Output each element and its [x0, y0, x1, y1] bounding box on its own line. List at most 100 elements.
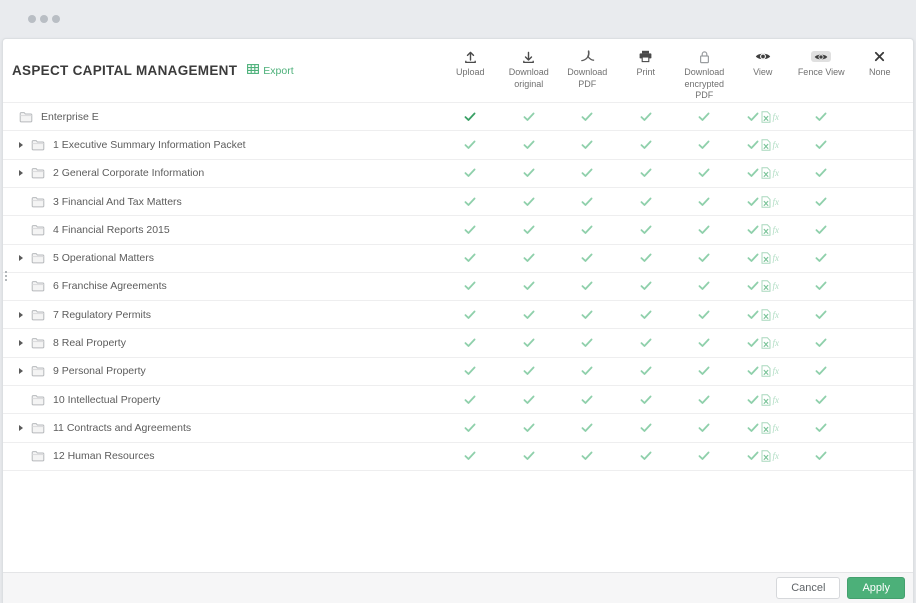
perm-cell-download_pdf[interactable]	[558, 273, 617, 300]
perm-cell-download_encrypted_pdf[interactable]	[675, 160, 734, 187]
folder-item[interactable]: 3 Financial And Tax Matters	[3, 196, 441, 208]
perm-cell-view[interactable]: fx	[734, 160, 793, 187]
perm-cell-download_encrypted_pdf[interactable]	[675, 358, 734, 385]
column-header-upload[interactable]: Upload	[441, 39, 500, 79]
expand-arrow-icon[interactable]	[19, 170, 31, 176]
perm-cell-print[interactable]	[617, 414, 676, 441]
perm-cell-fence_view[interactable]	[792, 188, 851, 215]
folder-item[interactable]: 8 Real Property	[3, 337, 441, 349]
perm-cell-fence_view[interactable]	[792, 443, 851, 470]
perm-cell-download_encrypted_pdf[interactable]	[675, 443, 734, 470]
perm-cell-none[interactable]	[851, 386, 910, 413]
folder-item[interactable]: 12 Human Resources	[3, 450, 441, 462]
perm-cell-none[interactable]	[851, 414, 910, 441]
perm-cell-download_pdf[interactable]	[558, 329, 617, 356]
perm-cell-download_encrypted_pdf[interactable]	[675, 414, 734, 441]
perm-cell-upload[interactable]	[441, 386, 500, 413]
perm-cell-none[interactable]	[851, 443, 910, 470]
perm-cell-download_encrypted_pdf[interactable]	[675, 245, 734, 272]
perm-cell-download_encrypted_pdf[interactable]	[675, 216, 734, 243]
perm-cell-fence_view[interactable]	[792, 301, 851, 328]
folder-item[interactable]: 6 Franchise Agreements	[3, 280, 441, 292]
folder-item[interactable]: 1 Executive Summary Information Packet	[3, 139, 441, 151]
perm-cell-download_encrypted_pdf[interactable]	[675, 329, 734, 356]
perm-cell-download_original[interactable]	[500, 386, 559, 413]
folder-item[interactable]: 5 Operational Matters	[3, 252, 441, 264]
expand-arrow-icon[interactable]	[19, 425, 31, 431]
column-header-fence_view[interactable]: Fence View	[792, 39, 851, 79]
perm-cell-download_original[interactable]	[500, 131, 559, 158]
perm-cell-view[interactable]: fx	[734, 188, 793, 215]
expand-arrow-icon[interactable]	[19, 255, 31, 261]
perm-cell-fence_view[interactable]	[792, 386, 851, 413]
perm-cell-none[interactable]	[851, 245, 910, 272]
perm-cell-print[interactable]	[617, 216, 676, 243]
perm-cell-none[interactable]	[851, 131, 910, 158]
perm-cell-upload[interactable]	[441, 245, 500, 272]
perm-cell-download_encrypted_pdf[interactable]	[675, 188, 734, 215]
perm-cell-download_original[interactable]	[500, 188, 559, 215]
perm-cell-fence_view[interactable]	[792, 273, 851, 300]
perm-cell-upload[interactable]	[441, 358, 500, 385]
perm-cell-download_original[interactable]	[500, 301, 559, 328]
perm-cell-view[interactable]: fx	[734, 273, 793, 300]
perm-cell-download_pdf[interactable]	[558, 443, 617, 470]
column-header-print[interactable]: Print	[617, 39, 676, 79]
perm-cell-upload[interactable]	[441, 329, 500, 356]
perm-cell-print[interactable]	[617, 443, 676, 470]
perm-cell-fence_view[interactable]	[792, 358, 851, 385]
perm-cell-download_pdf[interactable]	[558, 245, 617, 272]
perm-cell-print[interactable]	[617, 103, 676, 130]
folder-item[interactable]: Enterprise E	[3, 111, 441, 123]
perm-cell-print[interactable]	[617, 273, 676, 300]
expand-arrow-icon[interactable]	[19, 368, 31, 374]
perm-cell-fence_view[interactable]	[792, 245, 851, 272]
perm-cell-download_pdf[interactable]	[558, 131, 617, 158]
perm-cell-view[interactable]: fx	[734, 329, 793, 356]
perm-cell-upload[interactable]	[441, 443, 500, 470]
perm-cell-download_original[interactable]	[500, 160, 559, 187]
expand-arrow-icon[interactable]	[19, 142, 31, 148]
perm-cell-print[interactable]	[617, 329, 676, 356]
perm-cell-download_pdf[interactable]	[558, 301, 617, 328]
perm-cell-download_original[interactable]	[500, 216, 559, 243]
folder-item[interactable]: 9 Personal Property	[3, 365, 441, 377]
perm-cell-download_pdf[interactable]	[558, 414, 617, 441]
perm-cell-fence_view[interactable]	[792, 216, 851, 243]
perm-cell-download_pdf[interactable]	[558, 386, 617, 413]
perm-cell-download_pdf[interactable]	[558, 216, 617, 243]
column-header-download_encrypted_pdf[interactable]: Download encrypted PDF	[675, 39, 734, 102]
perm-cell-print[interactable]	[617, 245, 676, 272]
column-header-download_original[interactable]: Download original	[500, 39, 559, 90]
column-header-none[interactable]: None	[851, 39, 910, 79]
perm-cell-download_encrypted_pdf[interactable]	[675, 273, 734, 300]
perm-cell-view[interactable]: fx	[734, 358, 793, 385]
export-button[interactable]: Export	[247, 64, 293, 77]
perm-cell-upload[interactable]	[441, 301, 500, 328]
perm-cell-fence_view[interactable]	[792, 329, 851, 356]
perm-cell-upload[interactable]	[441, 160, 500, 187]
perm-cell-download_pdf[interactable]	[558, 188, 617, 215]
perm-cell-print[interactable]	[617, 301, 676, 328]
perm-cell-view[interactable]: fx	[734, 216, 793, 243]
perm-cell-view[interactable]: fx	[734, 245, 793, 272]
perm-cell-none[interactable]	[851, 188, 910, 215]
perm-cell-fence_view[interactable]	[792, 131, 851, 158]
folder-item[interactable]: 4 Financial Reports 2015	[3, 224, 441, 236]
folder-item[interactable]: 7 Regulatory Permits	[3, 309, 441, 321]
perm-cell-download_encrypted_pdf[interactable]	[675, 103, 734, 130]
perm-cell-view[interactable]: fx	[734, 103, 793, 130]
perm-cell-none[interactable]	[851, 216, 910, 243]
expand-arrow-icon[interactable]	[19, 340, 31, 346]
apply-button[interactable]: Apply	[847, 577, 905, 599]
perm-cell-upload[interactable]	[441, 216, 500, 243]
perm-cell-print[interactable]	[617, 188, 676, 215]
perm-cell-none[interactable]	[851, 273, 910, 300]
column-header-download_pdf[interactable]: Download PDF	[558, 39, 617, 90]
column-header-view[interactable]: View	[734, 39, 793, 79]
perm-cell-upload[interactable]	[441, 103, 500, 130]
folder-item[interactable]: 2 General Corporate Information	[3, 167, 441, 179]
perm-cell-download_original[interactable]	[500, 414, 559, 441]
perm-cell-print[interactable]	[617, 131, 676, 158]
perm-cell-upload[interactable]	[441, 188, 500, 215]
